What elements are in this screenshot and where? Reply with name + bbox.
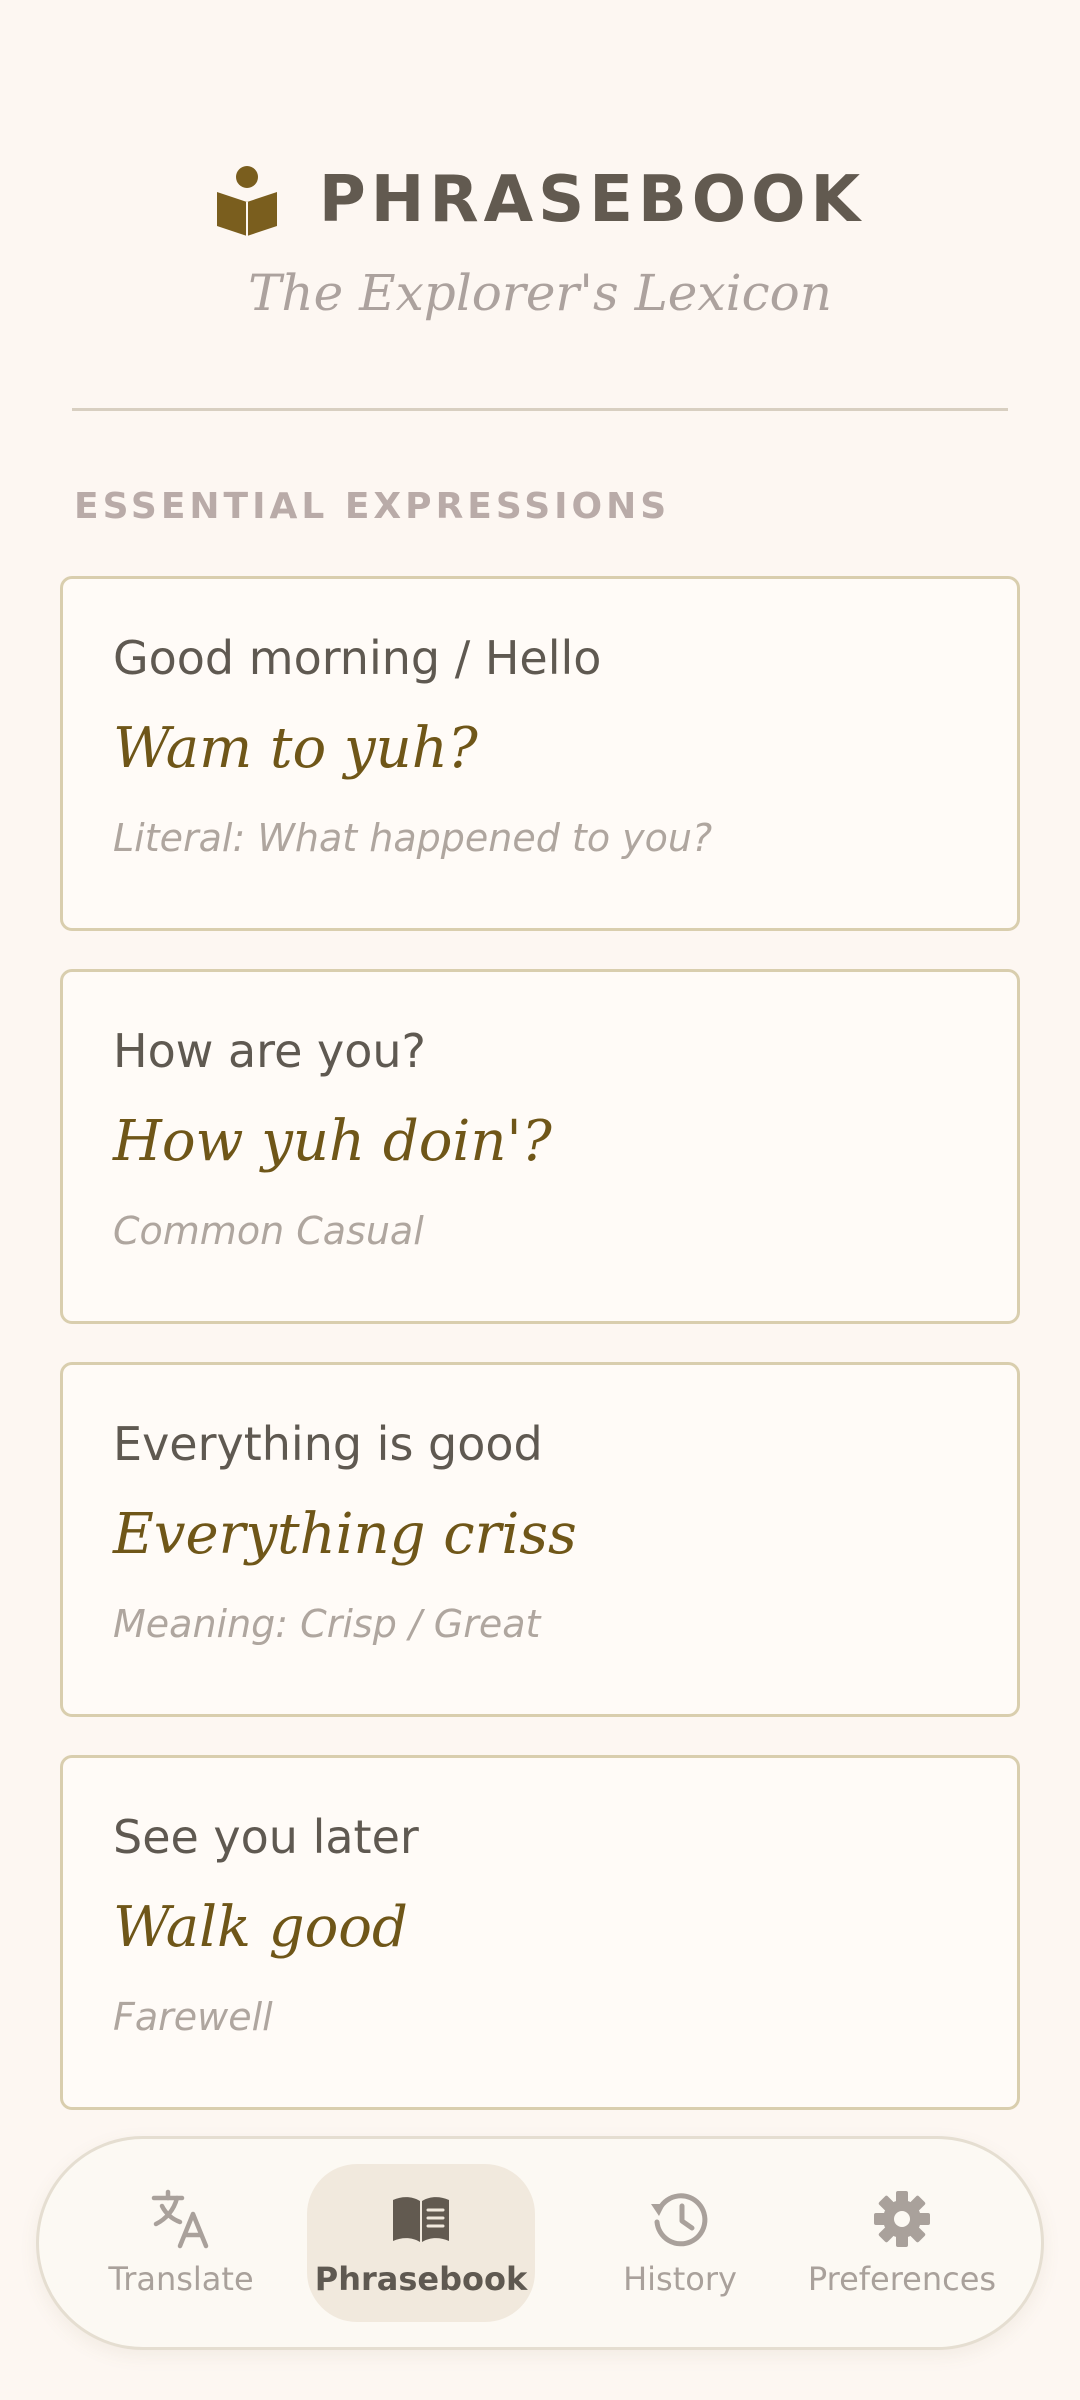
phrase-english: Everything is good xyxy=(113,1417,543,1471)
nav-label: Phrasebook xyxy=(314,2260,528,2298)
title-row: PHRASEBOOK xyxy=(0,160,1080,240)
app-title: PHRASEBOOK xyxy=(318,163,866,237)
phrase-local: Everything criss xyxy=(113,1502,577,1567)
phrase-card[interactable]: Good morning / Hello Wam to yuh? Literal… xyxy=(60,576,1020,931)
phrase-note: Common Casual xyxy=(113,1209,424,1253)
app-subtitle: The Explorer's Lexicon xyxy=(248,264,832,322)
phrase-english: Good morning / Hello xyxy=(113,631,602,685)
phrase-note: Farewell xyxy=(113,1995,273,2039)
phrase-note: Meaning: Crisp / Great xyxy=(113,1602,541,1646)
phrase-list: Good morning / Hello Wam to yuh? Literal… xyxy=(60,576,1020,2148)
phrase-english: See you later xyxy=(113,1810,419,1864)
phrase-card[interactable]: How are you? How yuh doin'? Common Casua… xyxy=(60,969,1020,1324)
book-reader-icon xyxy=(216,166,277,236)
gear-icon xyxy=(874,2191,930,2247)
nav-item-history[interactable]: History xyxy=(577,2164,783,2322)
header-divider xyxy=(72,408,1008,411)
phrase-english: How are you? xyxy=(113,1024,426,1078)
nav-item-phrasebook[interactable]: Phrasebook xyxy=(307,2164,535,2322)
phrase-local: Wam to yuh? xyxy=(113,716,478,781)
nav-item-translate[interactable]: Translate xyxy=(78,2164,284,2322)
phrase-local: How yuh doin'? xyxy=(113,1109,552,1174)
phrasebook-screen: PHRASEBOOK The Explorer's Lexicon ESSENT… xyxy=(0,0,1080,2400)
section-label: ESSENTIAL EXPRESSIONS xyxy=(74,486,671,527)
nav-label: Translate xyxy=(108,2260,254,2298)
phrase-local: Walk good xyxy=(113,1895,408,1960)
history-icon xyxy=(651,2193,708,2247)
phrase-note: Literal: What happened to you? xyxy=(113,816,713,860)
phrase-card[interactable]: See you later Walk good Farewell xyxy=(60,1755,1020,2110)
nav-item-preferences[interactable]: Preferences xyxy=(799,2164,1005,2322)
nav-label: History xyxy=(623,2260,737,2298)
translate-icon xyxy=(151,2189,209,2249)
bottom-nav: Translate Phrasebook History Preferences xyxy=(36,2136,1044,2350)
book-icon xyxy=(393,2197,449,2242)
phrase-card[interactable]: Everything is good Everything criss Mean… xyxy=(60,1362,1020,1717)
app-header: PHRASEBOOK The Explorer's Lexicon xyxy=(0,160,1080,322)
nav-label: Preferences xyxy=(807,2260,997,2298)
